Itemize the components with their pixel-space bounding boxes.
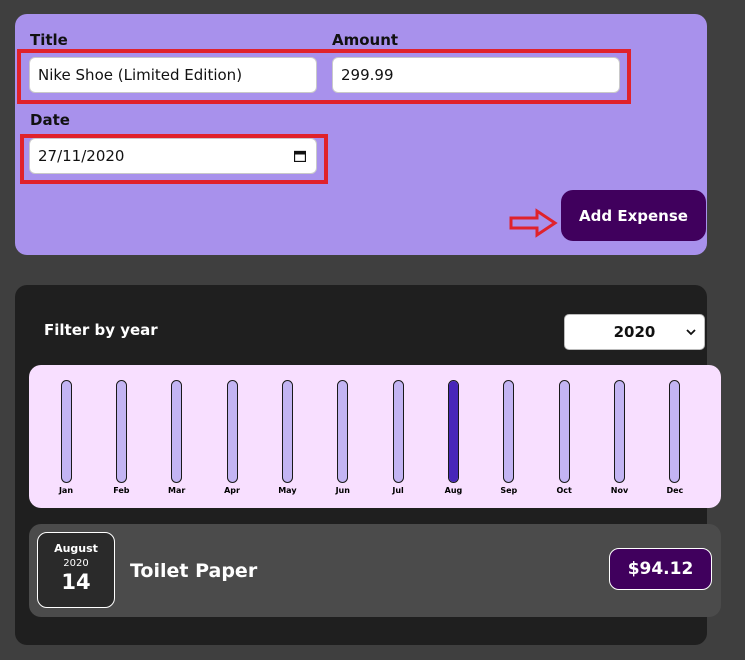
expense-year: 2020 xyxy=(63,558,89,569)
year-filter-select[interactable]: 2020 xyxy=(564,314,705,350)
date-label: Date xyxy=(30,111,70,129)
chart-label-sep: Sep xyxy=(500,486,518,495)
amount-label: Amount xyxy=(332,31,399,49)
title-label: Title xyxy=(30,31,68,49)
date-input[interactable]: 27/11/2020 xyxy=(29,138,317,174)
chart-bar-feb xyxy=(115,380,127,483)
title-input[interactable]: Nike Shoe (Limited Edition) xyxy=(29,57,317,93)
chart-bar-jun xyxy=(337,380,349,483)
chart-label-apr: Apr xyxy=(224,486,240,495)
expenses-panel: Filter by year 2020 Jan Feb Mar Apr May Jun Ju… xyxy=(15,285,721,645)
expense-date: August 2020 14 xyxy=(37,532,115,608)
add-expense-button[interactable]: Add Expense xyxy=(561,190,706,241)
chart-label-aug: Aug xyxy=(444,486,463,495)
expense-item: August 2020 14 Toilet Paper $94.12 xyxy=(29,524,721,617)
expense-title: Toilet Paper xyxy=(130,560,258,582)
chevron-down-icon xyxy=(686,329,696,336)
new-expense-form: Title Amount Nike Shoe (Limited Edition)… xyxy=(15,14,707,255)
chart-bar-nov xyxy=(614,380,625,483)
expense-day: 14 xyxy=(61,570,91,594)
expenses-chart: Jan Feb Mar Apr May Jun Jul Aug Sep Oct Nov Dec xyxy=(29,365,721,508)
annotation-arrow-icon xyxy=(509,208,558,238)
chart-bar-jul xyxy=(392,380,404,483)
chart-bar-sep xyxy=(503,380,515,483)
chart-bar-jan xyxy=(60,380,72,483)
chart-label-jan: Jan xyxy=(58,486,74,495)
chart-label-mar: Mar xyxy=(168,486,186,495)
chart-label-jul: Jul xyxy=(392,486,404,495)
expense-month: August xyxy=(54,542,98,555)
chart-bar-dec xyxy=(669,380,681,483)
chart-bar-apr xyxy=(226,380,238,483)
chart-bar-aug xyxy=(447,380,459,483)
filter-label: Filter by year xyxy=(44,321,158,339)
chart-label-may: May xyxy=(278,486,297,495)
chart-bar-oct xyxy=(558,380,570,483)
chart-label-dec: Dec xyxy=(666,486,684,495)
chart-bar-mar xyxy=(171,380,183,483)
chart-label-jun: Jun xyxy=(335,486,350,495)
chart-label-oct: Oct xyxy=(556,486,572,495)
chart-bar-may xyxy=(281,380,293,483)
expense-amount: $94.12 xyxy=(609,548,712,590)
chart-label-nov: Nov xyxy=(610,486,629,495)
calendar-icon[interactable] xyxy=(294,150,306,162)
chart-bar-fill-aug xyxy=(448,381,458,482)
amount-input[interactable]: 299.99 xyxy=(332,57,620,93)
chart-label-feb: Feb xyxy=(113,486,130,495)
